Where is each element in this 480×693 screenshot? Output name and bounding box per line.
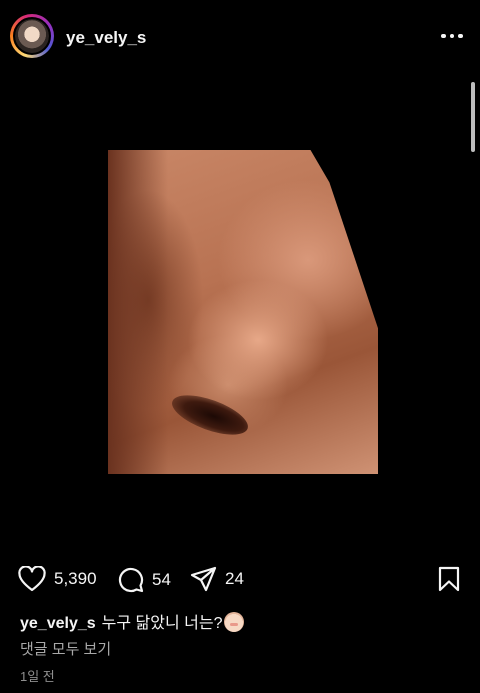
post-media[interactable] [0,72,480,550]
avatar[interactable] [10,14,54,58]
action-bar: 5,390 54 24 [0,560,480,600]
post-header: ye_vely_s [0,0,480,72]
post-caption: ye_vely_s 누구 닮았니 너는? [20,609,245,633]
more-icon[interactable] [440,26,464,46]
comment-button[interactable]: 54 [117,566,171,593]
share-count: 24 [225,569,244,588]
heart-icon [18,566,46,592]
like-count: 5,390 [54,569,97,588]
share-button[interactable]: 24 [190,566,244,592]
post-username[interactable]: ye_vely_s [66,28,146,48]
caption-text: 누구 닮았니 너는? [101,615,223,632]
post-timestamp: 1일 전 [20,669,55,684]
ultrasound-photo [108,150,378,474]
scrollbar[interactable] [471,82,475,152]
comment-count: 54 [152,569,171,589]
bookmark-icon [438,566,460,592]
like-button[interactable]: 5,390 [18,566,97,592]
caption-username[interactable]: ye_vely_s [20,615,96,632]
baby-emoji-icon [224,612,245,632]
comment-icon [118,567,144,593]
view-all-comments-link[interactable]: 댓글 모두 보기 [20,638,111,659]
bookmark-button[interactable] [438,566,460,597]
share-icon [190,566,217,592]
